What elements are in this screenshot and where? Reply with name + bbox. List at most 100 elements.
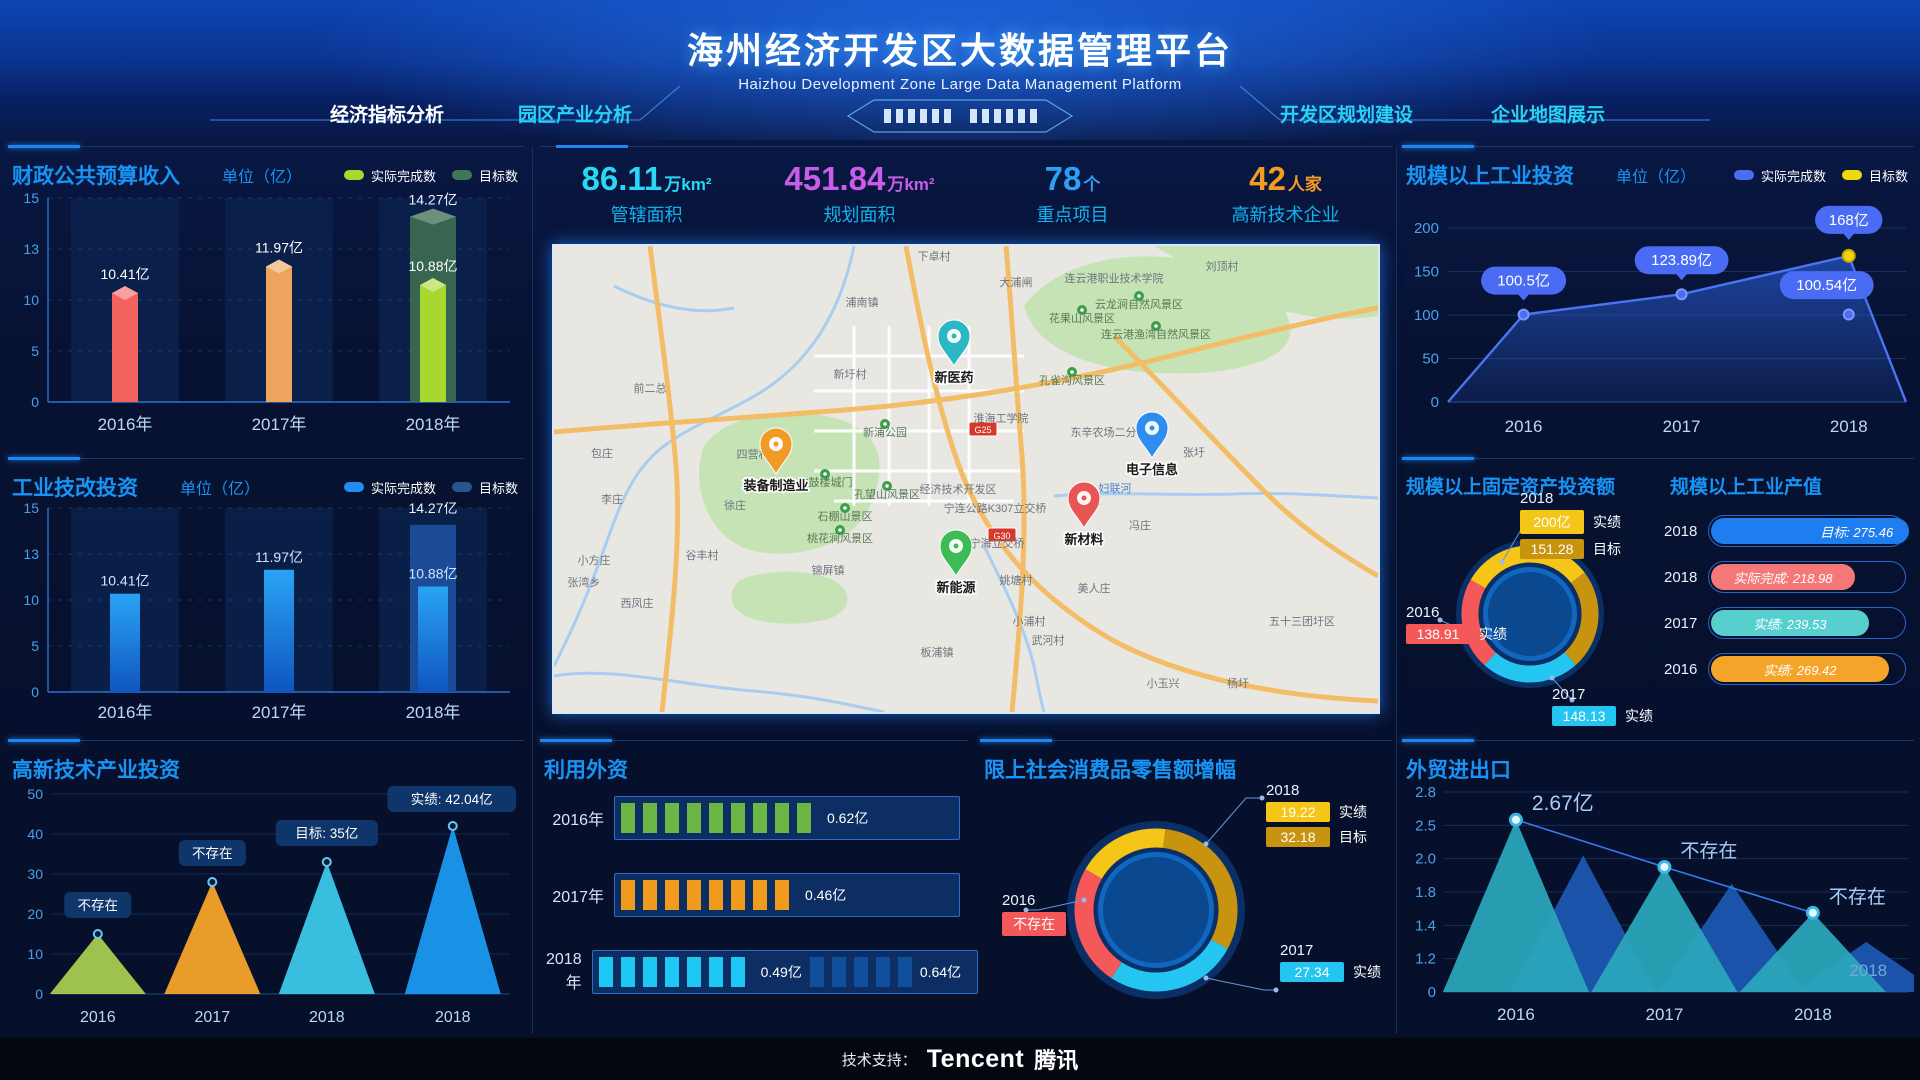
svg-text:1.8: 1.8 <box>1415 884 1436 901</box>
map-place-label: 包庄 <box>591 446 613 460</box>
capsule-year: 2018 <box>1664 523 1708 540</box>
tab-4[interactable]: 企业地图展示 <box>1491 100 1605 127</box>
tab-1[interactable]: 经济指标分析 <box>330 100 444 127</box>
map-place-label: 姚塘村 <box>1000 573 1033 587</box>
svg-text:0: 0 <box>1428 984 1436 1001</box>
map-place-label: 淮海工学院 <box>974 411 1029 425</box>
segment-dim <box>854 957 868 987</box>
segment <box>665 880 679 910</box>
segment <box>687 803 701 833</box>
support-label: 技术支持： <box>842 1049 917 1070</box>
map-place-label: 宁海立交桥 <box>970 536 1025 550</box>
legend: 实际完成数目标数 <box>344 478 518 497</box>
map-place-label: 云龙涧自然风景区 <box>1095 297 1183 311</box>
bar-2016年 <box>112 293 138 402</box>
stat-1: 86.11万km²管辖面积 <box>540 146 753 236</box>
svg-text:10: 10 <box>23 292 39 308</box>
bar-2017年 <box>266 267 292 402</box>
svg-text:2017年: 2017年 <box>252 703 307 722</box>
callout-year: 2016 <box>1002 892 1066 909</box>
svg-text:10.88亿: 10.88亿 <box>408 258 457 274</box>
capsule-fill: 实际完成: 218.98 <box>1711 564 1855 590</box>
foreign-trade-chart: 01.21.41.82.02.52.82.67亿不存在不存在2018201620… <box>1402 784 1914 1034</box>
donut-callout: 2018200亿实绩151.28目标 <box>1520 490 1621 564</box>
panel-fixed-asset-and-output: 规模以上固定资产投资额 规模以上工业产值 2018200亿实绩151.28目标2… <box>1402 458 1914 734</box>
map-place-label: 小方庄 <box>578 553 611 567</box>
svg-text:2017年: 2017年 <box>252 415 307 434</box>
capsule-year: 2016 <box>1664 661 1708 678</box>
segment <box>775 803 789 833</box>
segmented-row: 2016年0.62亿 <box>546 796 960 840</box>
svg-text:2017: 2017 <box>1663 417 1701 436</box>
segmented-row: 2017年0.46亿 <box>546 873 960 917</box>
callout-tag: 实绩 <box>1625 706 1653 726</box>
row-value-2: 0.64亿 <box>920 962 961 982</box>
svg-text:0: 0 <box>31 684 39 700</box>
svg-text:0: 0 <box>35 986 43 1002</box>
svg-text:G25: G25 <box>974 425 991 435</box>
segment <box>665 957 679 987</box>
bar-2018年 <box>418 587 448 692</box>
unit-label: 单位（亿） <box>1616 163 1696 187</box>
legend-swatch <box>452 482 472 492</box>
segment <box>753 880 767 910</box>
panel-fiscal-budget-revenue: 财政公共预算收入 单位（亿） 实际完成数目标数 0510131510.41亿20… <box>8 146 524 452</box>
segment <box>775 880 789 910</box>
map-place-label: 板浦镇 <box>921 645 954 659</box>
retail-growth-donut: 201819.22实绩32.18目标2016不存在201727.34实绩 <box>980 740 1392 1036</box>
svg-text:2018年: 2018年 <box>406 415 461 434</box>
map-place-label: 美人庄 <box>1078 581 1111 595</box>
callout-year: 2017 <box>1552 686 1653 703</box>
tencent-logo: Tencent <box>927 1045 1025 1074</box>
callout-tag: 实绩 <box>1339 802 1367 822</box>
stat-unit: 个 <box>1083 175 1100 194</box>
segment <box>731 803 745 833</box>
data-point <box>1519 310 1529 320</box>
foreign-capital-chart: 2016年0.62亿 2017年0.46亿 2018年0.49亿0.64亿 <box>546 796 960 1027</box>
stats-row: 86.11万km²管辖面积451.84万km²规划面积78个重点项目42人家高新… <box>540 146 1392 236</box>
map-place-label: 刘顶村 <box>1206 259 1239 273</box>
callout-tag: 实绩 <box>1593 512 1621 532</box>
map-place-label: 徐庄 <box>724 498 746 512</box>
legend-item: 实际完成数 <box>1734 166 1826 185</box>
tab-3[interactable]: 开发区规划建设 <box>1280 100 1413 127</box>
panel-foreign-capital: 利用外资 2016年0.62亿2017年0.46亿2018年0.49亿0.64亿 <box>540 740 968 1036</box>
map-place-label: 石棚山景区 <box>818 509 873 523</box>
stat-value: 78 <box>1045 160 1082 197</box>
stat-caption: 重点项目 <box>966 201 1179 227</box>
map-pin-label: 装备制造业 <box>742 478 808 493</box>
svg-text:100.54亿: 100.54亿 <box>1796 277 1857 294</box>
stat-caption: 管辖面积 <box>540 201 753 227</box>
stat-caption: 规划面积 <box>753 201 966 227</box>
capsule-track: 实际完成: 218.98 <box>1708 561 1906 593</box>
svg-text:2018: 2018 <box>435 1009 471 1026</box>
divider-left <box>532 146 533 1034</box>
map-place-label: 连云港渔湾自然风景区 <box>1101 327 1211 341</box>
tab-2[interactable]: 园区产业分析 <box>518 100 632 127</box>
segmented-row: 2018年0.49亿0.64亿 <box>546 950 960 994</box>
callout-value: 27.34 <box>1280 962 1344 982</box>
peak-dot <box>1807 907 1818 918</box>
legend-swatch <box>344 170 364 180</box>
callout-row: 151.28目标 <box>1520 539 1621 559</box>
legend: 实际完成数目标数 <box>344 166 518 185</box>
segment <box>621 803 635 833</box>
capsule-row: 2017实绩: 239.53 <box>1664 608 1906 638</box>
map-place-label: 大浦闸 <box>1000 275 1033 289</box>
stat-unit: 万km² <box>887 175 934 194</box>
svg-text:5: 5 <box>31 343 39 359</box>
segment <box>665 803 679 833</box>
map-canvas[interactable]: G25G30下卓村大浦闸浦南镇新圩村刘顶村连云港职业技术学院云龙涧自然风景区连云… <box>554 246 1378 712</box>
hightech_industry_investment-svg: 01020304050不存在2016不存在2017目标: 35亿2018实绩: … <box>8 784 518 1034</box>
fiscal-budget-revenue-chart: 0510131510.41亿2016年11.97亿2017年14.27亿10.8… <box>8 190 524 442</box>
segment <box>643 880 657 910</box>
callout-row: 138.91实绩 <box>1406 624 1507 644</box>
tencent-cn-logo: 腾讯 <box>1034 1043 1078 1075</box>
svg-text:2.67亿: 2.67亿 <box>1532 792 1594 815</box>
svg-text:13: 13 <box>23 241 39 257</box>
callout-tag: 目标 <box>1593 539 1621 559</box>
map-place-label: 浦南镇 <box>846 295 879 309</box>
svg-text:20: 20 <box>27 906 43 922</box>
map-place-label: 张湾乡 <box>568 575 601 589</box>
page-title: 海州经济开发区大数据管理平台 <box>0 22 1920 74</box>
